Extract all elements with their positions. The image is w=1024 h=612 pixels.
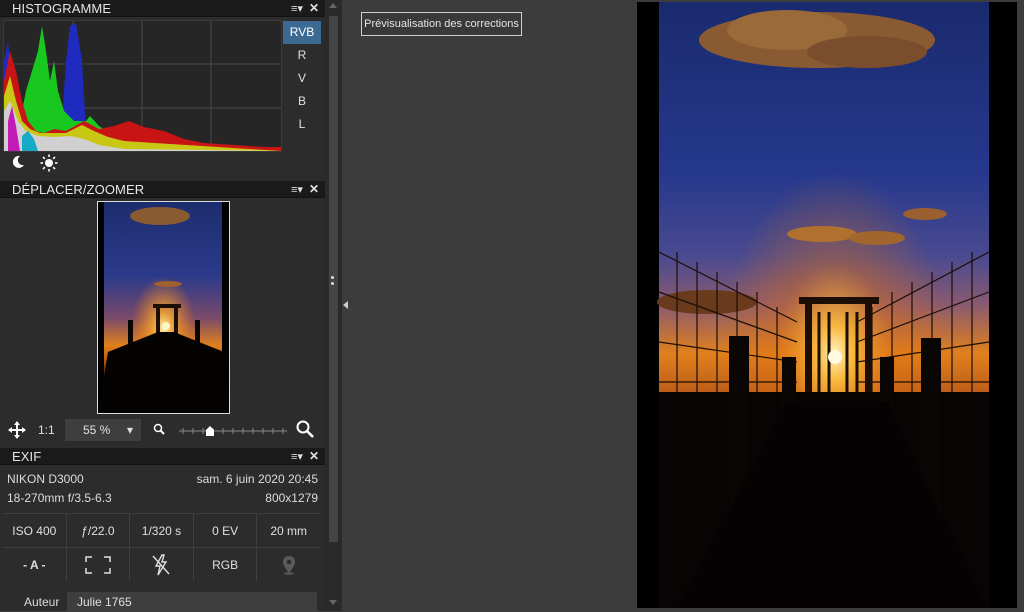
- channel-v[interactable]: V: [283, 67, 321, 90]
- author-label: Auteur: [24, 595, 60, 609]
- histogram-panel: RVB R V B L: [0, 18, 325, 178]
- histogram-panel-header: HISTOGRAMME ≡▾ ✕: [0, 0, 325, 17]
- exif-camera: NIKON D3000: [7, 472, 84, 486]
- left-panel-scrollbar[interactable]: [325, 0, 342, 611]
- panel-menu-icon[interactable]: ≡▾: [291, 450, 303, 463]
- collapse-panel-arrow-icon[interactable]: [343, 301, 348, 309]
- sun-icon[interactable]: [40, 154, 58, 172]
- exif-date: sam. 6 juin 2020 20:45: [196, 472, 318, 486]
- moon-icon[interactable]: [10, 154, 26, 170]
- zoom-select[interactable]: 55 % ▾: [65, 419, 141, 441]
- scroll-up-arrow-icon[interactable]: [329, 3, 337, 8]
- exif-lens: 18-270mm f/3.5-6.3: [7, 491, 112, 505]
- exif-location: [256, 548, 320, 581]
- exif-panel-header: EXIF ≡▾ ✕: [0, 448, 325, 465]
- thumbnail-image: [98, 202, 229, 413]
- main-photo[interactable]: [637, 2, 1017, 608]
- splitter-grip-icon[interactable]: [331, 276, 335, 288]
- navigator-title: DÉPLACER/ZOOMER: [12, 181, 145, 197]
- exif-dimensions: 800x1279: [265, 491, 318, 505]
- chevron-down-icon: ▾: [126, 423, 133, 437]
- exif-settings-row: ISO 400 ƒ/22.0 1/320 s 0 EV 20 mm: [3, 513, 320, 547]
- navigator-toolbar: 1:1 55 % ▾: [0, 416, 325, 444]
- close-icon[interactable]: ✕: [309, 1, 319, 15]
- exif-icons-row: - A - RGB: [3, 547, 320, 581]
- panel-menu-icon[interactable]: ≡▾: [291, 183, 303, 196]
- author-field[interactable]: Julie 1765: [67, 592, 317, 612]
- channel-r[interactable]: R: [283, 44, 321, 67]
- photo-image: [637, 2, 1017, 608]
- exif-color-space: RGB: [192, 548, 257, 581]
- exif-iso: ISO 400: [12, 523, 57, 538]
- exif-mode: - A -: [23, 557, 46, 572]
- exif-metering: [65, 548, 130, 581]
- channel-list: RVB R V B L: [283, 21, 321, 136]
- navigator-panel-header: DÉPLACER/ZOOMER ≡▾ ✕: [0, 181, 325, 198]
- scroll-down-arrow-icon[interactable]: [329, 600, 337, 605]
- histogram-chart: [4, 21, 281, 151]
- close-icon[interactable]: ✕: [309, 449, 319, 463]
- zoom-out-icon[interactable]: [153, 423, 165, 435]
- exif-flash: [129, 548, 193, 581]
- exif-exposure-comp: 0 EV: [192, 514, 257, 547]
- exif-aperture: ƒ/22.0: [65, 514, 130, 547]
- author-row: Auteur Julie 1765: [0, 592, 325, 612]
- one-to-one-button[interactable]: 1:1: [38, 423, 55, 437]
- zoom-in-icon[interactable]: [296, 420, 314, 438]
- preview-corrections-button[interactable]: Prévisualisation des corrections: [361, 12, 522, 36]
- zoom-slider-thumb[interactable]: [206, 426, 214, 436]
- zoom-value: 55 %: [83, 423, 111, 437]
- zoom-slider[interactable]: [179, 423, 287, 439]
- exif-focal-length: 20 mm: [256, 514, 320, 547]
- exif-title: EXIF: [12, 448, 42, 464]
- histogram-title: HISTOGRAMME: [12, 0, 112, 16]
- navigator-panel: 1:1 55 % ▾: [0, 200, 325, 448]
- flash-off-icon: [152, 553, 171, 575]
- panel-menu-icon[interactable]: ≡▾: [291, 2, 303, 15]
- move-icon[interactable]: [8, 421, 26, 439]
- left-panel: HISTOGRAMME ≡▾ ✕ RVB R V B L DÉPLACER/ZO…: [0, 0, 325, 612]
- metering-frame-icon: [85, 555, 111, 574]
- location-pin-icon: [282, 555, 295, 575]
- channel-b[interactable]: B: [283, 90, 321, 113]
- channel-rvb[interactable]: RVB: [283, 21, 321, 44]
- histogram-graph: [3, 20, 282, 152]
- exif-grid: ISO 400 ƒ/22.0 1/320 s 0 EV 20 mm - A -: [3, 513, 320, 581]
- exif-panel: NIKON D3000 sam. 6 juin 2020 20:45 18-27…: [0, 465, 325, 612]
- navigator-thumbnail[interactable]: [97, 201, 230, 414]
- exif-shutter: 1/320 s: [129, 514, 193, 547]
- histogram-tools: [10, 154, 58, 172]
- channel-l[interactable]: L: [283, 113, 321, 136]
- close-icon[interactable]: ✕: [309, 182, 319, 196]
